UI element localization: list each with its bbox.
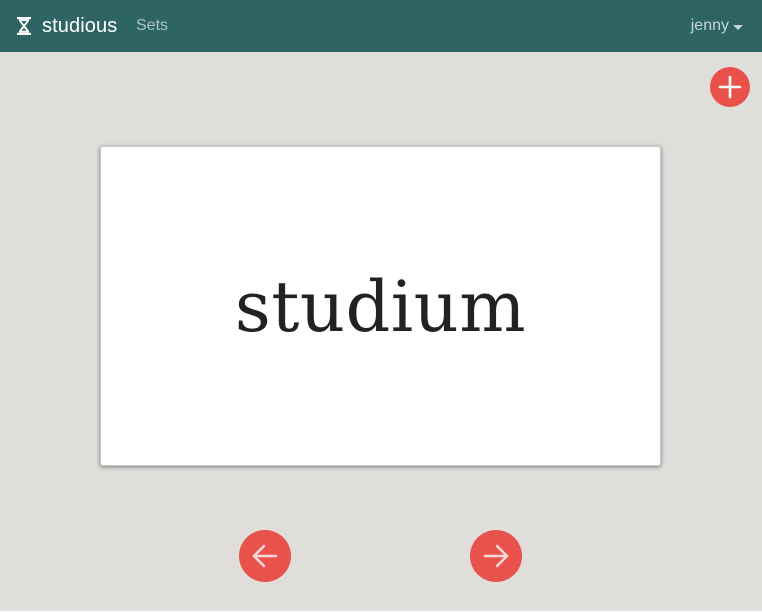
- top-navbar: studious Sets jenny: [0, 0, 762, 52]
- arrow-right-icon: [483, 544, 509, 568]
- flashcard[interactable]: studium: [100, 146, 661, 466]
- brand-link[interactable]: studious: [16, 0, 117, 52]
- user-name: jenny: [690, 17, 729, 34]
- caret-down-icon: [733, 24, 743, 30]
- plus-icon: [718, 75, 742, 99]
- brand-name: studious: [42, 14, 118, 37]
- user-menu-toggle[interactable]: jenny: [691, 0, 743, 52]
- flashcard-term: studium: [234, 266, 527, 348]
- hourglass-icon: [16, 17, 32, 35]
- add-card-button[interactable]: [710, 67, 750, 107]
- arrow-left-icon: [252, 544, 278, 568]
- previous-card-button[interactable]: [239, 530, 291, 582]
- next-card-button[interactable]: [470, 530, 522, 582]
- nav-link-sets[interactable]: Sets: [136, 0, 168, 52]
